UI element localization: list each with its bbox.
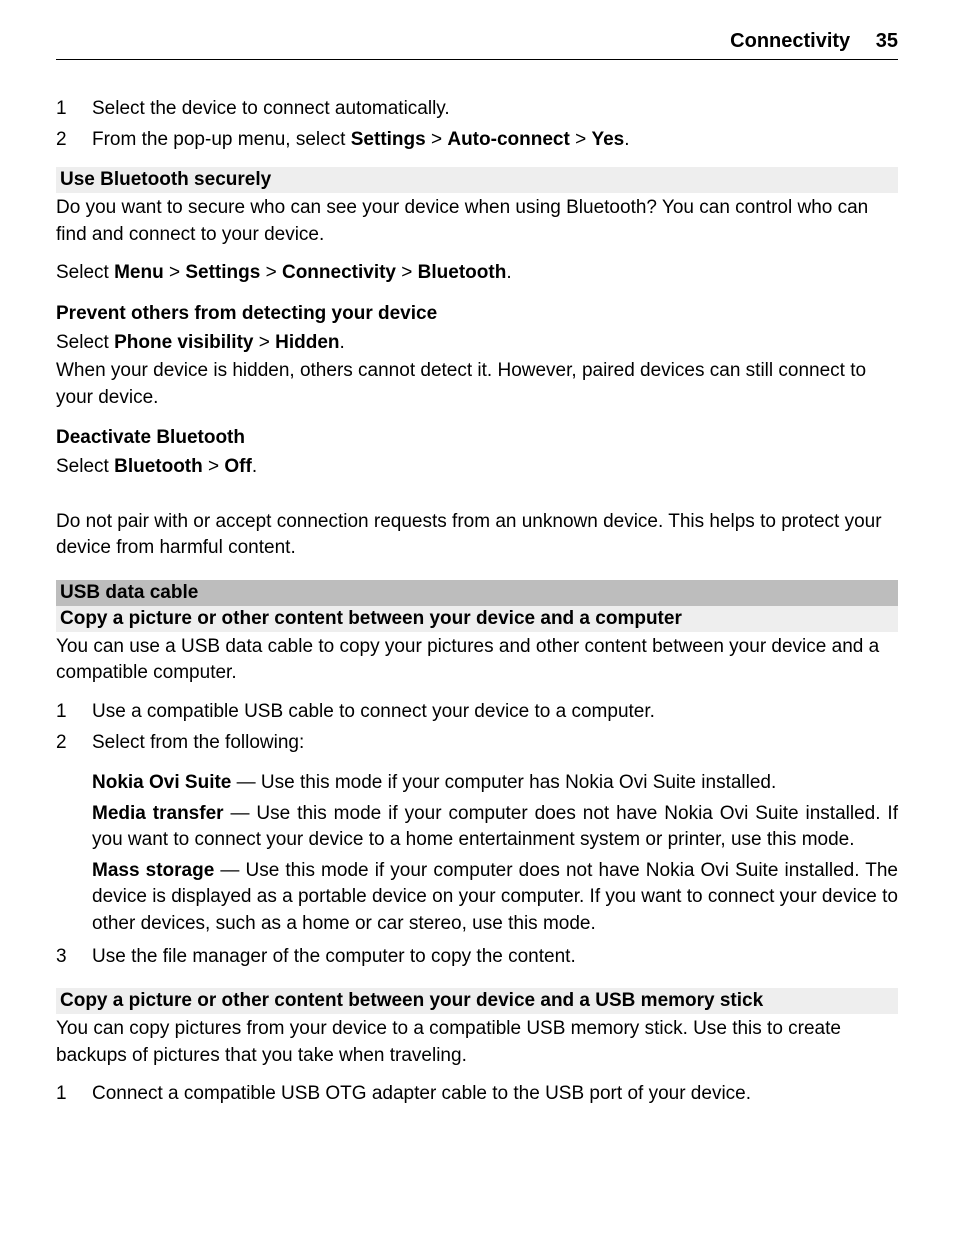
mode-item: Media transfer — Use this mode if your c… (92, 801, 898, 854)
paragraph: Select Menu > Settings > Connectivity > … (56, 260, 898, 287)
subheading-deactivate-bluetooth: Deactivate Bluetooth (56, 425, 898, 452)
list-item: 1 Connect a compatible USB OTG adapter c… (56, 1081, 898, 1108)
section-heading-bluetooth-secure: Use Bluetooth securely (56, 167, 898, 193)
list-item: 3 Use the file manager of the computer t… (56, 944, 898, 971)
mode-item: Mass storage — Use this mode if your com… (92, 858, 898, 938)
mode-item: Nokia Ovi Suite — Use this mode if your … (92, 770, 898, 797)
usb-stick-steps: 1 Connect a compatible USB OTG adapter c… (56, 1081, 898, 1108)
step-text: Connect a compatible USB OTG adapter cab… (92, 1081, 898, 1108)
step-number: 1 (56, 1081, 92, 1108)
page-header: Connectivity 35 (56, 30, 898, 60)
step-text: Use a compatible USB cable to connect yo… (92, 699, 898, 726)
usb-step-3: 3 Use the file manager of the computer t… (56, 944, 898, 971)
menu-path: Bluetooth (418, 262, 507, 283)
paragraph: You can copy pictures from your device t… (56, 1016, 898, 1069)
warning-paragraph: Do not pair with or accept connection re… (56, 509, 898, 562)
auto-connect-steps: 1 Select the device to connect automatic… (56, 96, 898, 153)
paragraph: When your device is hidden, others canno… (56, 358, 898, 411)
step-number: 1 (56, 699, 92, 726)
step-text: Select from the following: (92, 730, 898, 757)
step-text: Select the device to connect automatical… (92, 96, 898, 123)
mode-name: Nokia Ovi Suite (92, 772, 231, 793)
step-number: 2 (56, 730, 92, 757)
paragraph: Do you want to secure who can see your d… (56, 195, 898, 248)
menu-path: Hidden (275, 332, 339, 353)
list-item: 2 From the pop-up menu, select Settings … (56, 127, 898, 154)
menu-path: Bluetooth (114, 456, 203, 477)
list-item: 1 Use a compatible USB cable to connect … (56, 699, 898, 726)
usb-steps-1: 1 Use a compatible USB cable to connect … (56, 699, 898, 756)
paragraph: Select Phone visibility > Hidden. (56, 330, 898, 357)
step-number: 2 (56, 127, 92, 154)
step-text: From the pop-up menu, select Settings > … (92, 127, 898, 154)
menu-path: Connectivity (282, 262, 396, 283)
page-number: 35 (876, 30, 898, 52)
menu-path: Auto-connect (447, 129, 569, 150)
usb-modes: Nokia Ovi Suite — Use this mode if your … (92, 770, 898, 938)
paragraph: Select Bluetooth > Off. (56, 454, 898, 481)
step-number: 1 (56, 96, 92, 123)
menu-path: Settings (351, 129, 426, 150)
subheading-prevent-detect: Prevent others from detecting your devic… (56, 301, 898, 328)
mode-name: Mass storage (92, 860, 214, 881)
page: Connectivity 35 1 Select the device to c… (0, 0, 954, 1162)
list-item: 1 Select the device to connect automatic… (56, 96, 898, 123)
paragraph: You can use a USB data cable to copy you… (56, 634, 898, 687)
subheading-copy-usb-stick: Copy a picture or other content between … (56, 988, 898, 1014)
menu-path: Off (224, 456, 251, 477)
menu-path: Yes (591, 129, 624, 150)
section-title: Connectivity (730, 30, 850, 52)
menu-path: Menu (114, 262, 164, 283)
subheading-copy-computer: Copy a picture or other content between … (56, 606, 898, 632)
menu-path: Settings (185, 262, 260, 283)
section-heading-usb: USB data cable (56, 580, 898, 606)
menu-path: Phone visibility (114, 332, 253, 353)
step-number: 3 (56, 944, 92, 971)
step-text: Use the file manager of the computer to … (92, 944, 898, 971)
mode-desc: — Use this mode if your computer has Nok… (231, 772, 776, 793)
mode-name: Media transfer (92, 803, 224, 824)
list-item: 2 Select from the following: (56, 730, 898, 757)
